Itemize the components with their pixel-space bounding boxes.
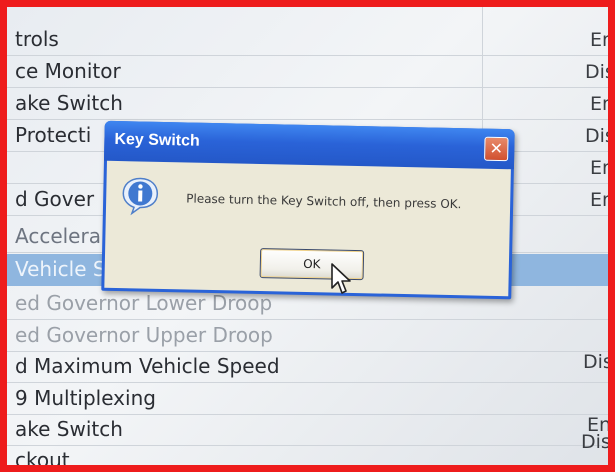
mouse-pointer-icon xyxy=(331,263,351,294)
row-name: trols xyxy=(15,27,59,51)
row-value: Disa xyxy=(581,431,611,453)
dialog-title: Key Switch xyxy=(114,130,200,150)
row-name: 9 Multiplexing xyxy=(15,386,156,410)
dialog-body: Please turn the Key Switch off, then pre… xyxy=(104,160,511,297)
list-row[interactable]: 9 Multiplexing xyxy=(7,383,608,415)
info-icon xyxy=(122,177,159,216)
row-value: Dis xyxy=(585,61,615,83)
list-row[interactable]: ce Monitor Dis xyxy=(7,56,608,88)
row-name: ake Switch xyxy=(15,91,123,115)
row-value: En xyxy=(590,93,615,115)
row-name: d Gover xyxy=(15,187,95,211)
row-name: ed Governor Lower Droop xyxy=(15,291,273,315)
row-name: Accelera xyxy=(15,224,101,248)
row-name: ake Switch xyxy=(15,417,123,441)
photo-frame: trols En ce Monitor Dis ake Switch En Pr… xyxy=(0,0,615,472)
close-icon: ✕ xyxy=(489,138,504,159)
row-value: En xyxy=(590,189,615,211)
row-name: ckout xyxy=(15,448,70,472)
row-value: Dis xyxy=(583,351,613,373)
list-row[interactable]: ed Governor Upper Droop xyxy=(7,320,608,352)
list-row[interactable]: trols En xyxy=(7,24,608,56)
list-row[interactable]: ckout Disa xyxy=(7,431,608,472)
row-value: En xyxy=(590,29,615,51)
list-row[interactable]: d Maximum Vehicle Speed Dis xyxy=(7,351,608,383)
row-name: ce Monitor xyxy=(15,59,121,83)
close-button[interactable]: ✕ xyxy=(484,136,509,162)
list-row[interactable]: ake Switch En xyxy=(7,414,608,446)
row-value: Dis xyxy=(585,125,615,147)
dialog-message: Please turn the Key Switch off, then pre… xyxy=(186,191,462,212)
row-name: ed Governor Upper Droop xyxy=(15,323,273,347)
row-name: Protecti xyxy=(15,123,92,147)
row-name: Vehicle S xyxy=(15,257,106,281)
row-name: d Maximum Vehicle Speed xyxy=(15,354,280,378)
key-switch-dialog: Key Switch ✕ Please turn the Key Switch … xyxy=(101,120,515,300)
list-row[interactable]: ake Switch En xyxy=(7,88,608,120)
row-value: En xyxy=(590,157,615,179)
